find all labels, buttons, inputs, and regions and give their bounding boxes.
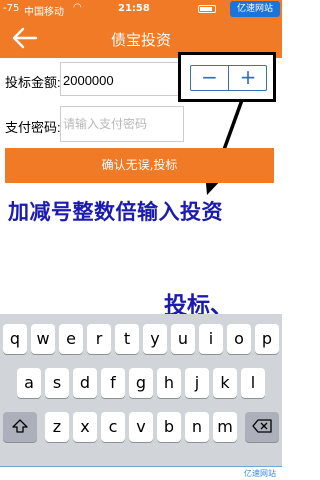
- key-m[interactable]: m: [213, 412, 237, 442]
- amount-value: 2000000: [63, 73, 114, 88]
- watermark-logo: 亿速网站: [230, 1, 280, 17]
- key-a[interactable]: a: [17, 368, 41, 398]
- amount-field[interactable]: 2000000: [60, 62, 184, 96]
- password-label: 支付密码:: [5, 120, 61, 135]
- key-c[interactable]: c: [101, 412, 125, 442]
- key-l[interactable]: l: [241, 368, 265, 398]
- key-p[interactable]: p: [255, 324, 279, 354]
- key-y[interactable]: y: [143, 324, 167, 354]
- confirm-invest-button[interactable]: 确认无误,投标: [5, 148, 274, 183]
- key-w[interactable]: w: [31, 324, 55, 354]
- key-v[interactable]: v: [129, 412, 153, 442]
- key-j[interactable]: j: [185, 368, 209, 398]
- key-s[interactable]: s: [45, 368, 69, 398]
- amount-label: 投标金额:: [5, 75, 61, 90]
- status-bar: -75 中国移动 ◠ 21:58 亿速网站: [0, 0, 282, 18]
- watermark-mark: 亿速网站: [244, 469, 276, 478]
- key-b[interactable]: b: [157, 412, 181, 442]
- key-e[interactable]: e: [59, 324, 83, 354]
- battery-icon: [198, 5, 216, 13]
- key-g[interactable]: g: [129, 368, 153, 398]
- key-i[interactable]: i: [199, 324, 223, 354]
- carrier-name: 中国移动: [24, 7, 64, 18]
- decrement-button[interactable]: −: [191, 66, 229, 90]
- key-r[interactable]: r: [87, 324, 111, 354]
- page-title: 债宝投资: [110, 31, 171, 49]
- keyboard: q w e r t y u i o p a s d f g h j k l z …: [0, 314, 282, 466]
- key-h[interactable]: h: [157, 368, 181, 398]
- increment-button[interactable]: +: [229, 66, 267, 90]
- shift-icon[interactable]: [3, 412, 37, 442]
- annotation-note: 加减号整数倍输入投资: [8, 200, 223, 224]
- key-u[interactable]: u: [171, 324, 195, 354]
- bottom-strip: 亿速网站: [0, 466, 282, 480]
- key-o[interactable]: o: [227, 324, 251, 354]
- signal-strength: -75: [3, 3, 20, 14]
- key-d[interactable]: d: [73, 368, 97, 398]
- key-x[interactable]: x: [73, 412, 97, 442]
- key-t[interactable]: t: [115, 324, 139, 354]
- delete-icon[interactable]: [245, 412, 279, 442]
- amount-stepper: − +: [190, 65, 267, 91]
- password-input[interactable]: [60, 106, 184, 142]
- key-n[interactable]: n: [185, 412, 209, 442]
- status-time: 21:58: [118, 3, 150, 14]
- key-z[interactable]: z: [45, 412, 69, 442]
- key-k[interactable]: k: [213, 368, 237, 398]
- key-f[interactable]: f: [101, 368, 125, 398]
- key-q[interactable]: q: [3, 324, 27, 354]
- password-row: 支付密码:: [0, 104, 282, 144]
- stepper-highlight-frame: − +: [178, 52, 276, 102]
- wifi-icon: ◠: [73, 2, 82, 13]
